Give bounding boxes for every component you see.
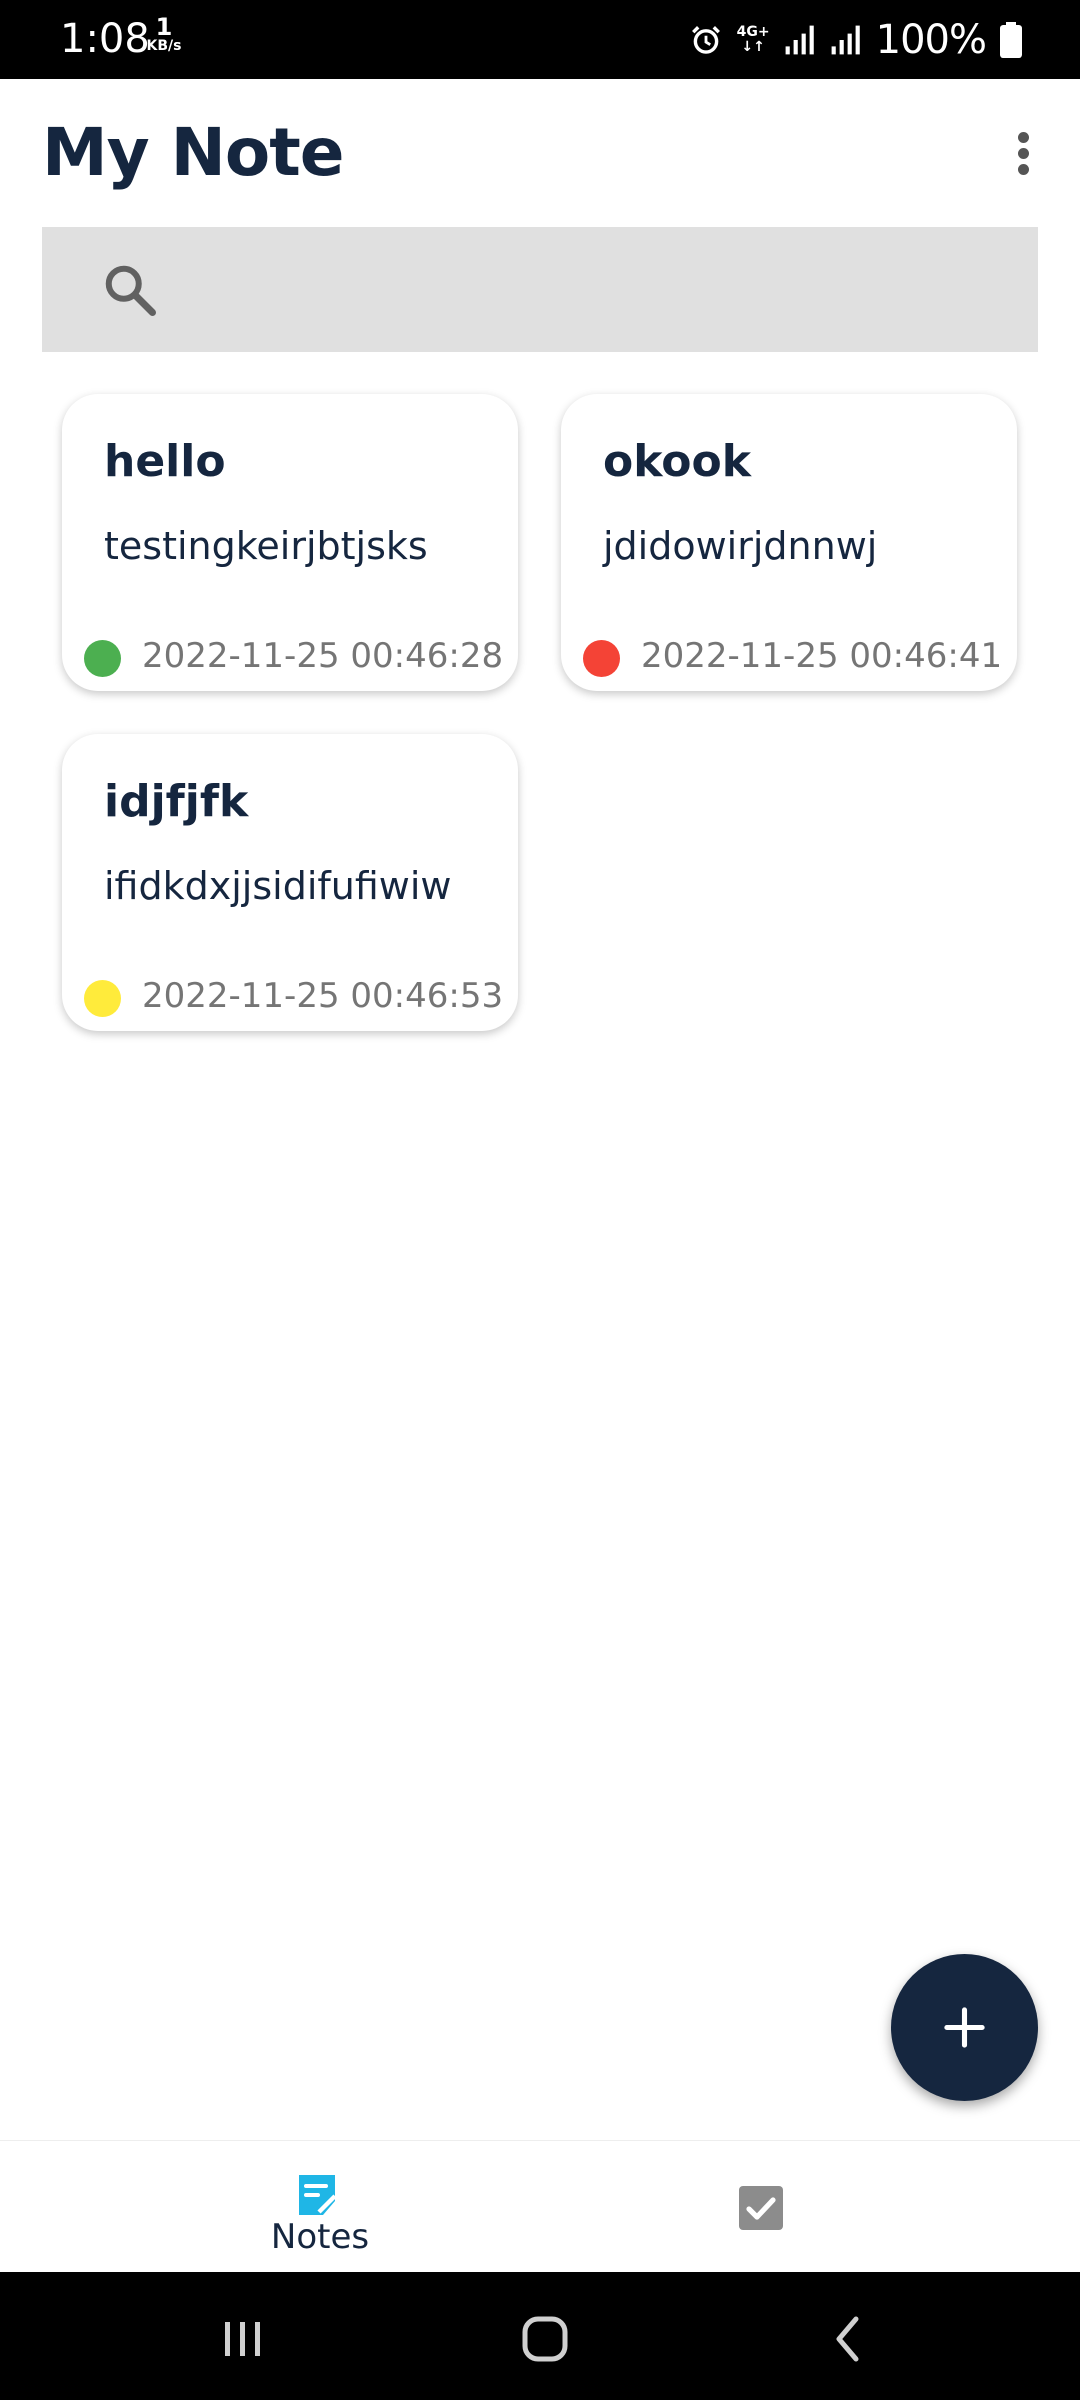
status-time: 1:08 [60,16,150,62]
network-4g-label: 4G+ [736,24,770,40]
home-button[interactable] [505,2302,585,2372]
note-body: jdidowirjdnnwj [603,524,878,568]
nav-item-notes[interactable]: Notes [230,2141,410,2273]
note-title: okook [603,436,752,487]
alarm-icon [691,26,720,54]
note-body: ifidkdxjjsidifufiwiw [104,864,452,908]
search-icon [105,265,156,316]
more-vert-icon [1018,164,1029,175]
note-color-dot [84,980,121,1017]
search-bar[interactable] [42,227,1038,354]
plus-icon [944,2007,985,2048]
note-color-dot [84,640,121,677]
status-bar: 1:08 1 KB/s 4G+ ↓↑ 100% [0,0,1080,79]
network-4g-icon: 4G+ ↓↑ [737,25,770,55]
data-arrows-icon: ↓↑ [741,39,765,55]
note-color-dot [583,640,620,677]
network-speed-unit: KB/s [146,38,182,54]
more-options-button[interactable] [1000,126,1048,182]
note-card[interactable]: okook jdidowirjdnnwj 2022-11-25 00:46:41 [561,394,1017,691]
back-button[interactable] [808,2302,888,2372]
bottom-navigation: Notes [0,2140,1080,2273]
back-icon [836,2316,859,2362]
note-icon [299,2175,337,2215]
recent-apps-icon [225,2322,260,2356]
more-vert-icon [1018,148,1029,159]
note-date: 2022-11-25 00:46:41 [641,636,1003,676]
nav-notes-label: Notes [270,2217,370,2257]
network-speed: 1 KB/s [144,13,184,54]
status-icons: 4G+ ↓↑ 100% [689,14,1022,66]
page-title: My Note [42,114,345,191]
note-title: idjfjfk [104,776,249,827]
network-speed-value: 1 [155,13,173,41]
note-card[interactable]: hello testingkeirjbtjsks 2022-11-25 00:4… [62,394,518,691]
battery-icon [1000,22,1022,58]
battery-percent: 100% [875,17,987,63]
signal-icon [785,25,814,55]
search-input[interactable] [182,227,1026,354]
more-vert-icon [1018,132,1029,143]
system-navigation-bar [0,2272,1080,2400]
note-title: hello [104,436,226,487]
home-icon [522,2316,568,2362]
note-card[interactable]: idjfjfk ifidkdxjjsidifufiwiw 2022-11-25 … [62,734,518,1031]
add-note-button[interactable] [891,1954,1038,2101]
note-date: 2022-11-25 00:46:53 [142,976,504,1016]
checkbox-icon [739,2186,783,2230]
recent-apps-button[interactable] [203,2302,283,2372]
note-body: testingkeirjbtjsks [104,524,428,568]
nav-item-tasks[interactable] [710,2141,810,2273]
note-date: 2022-11-25 00:46:28 [142,636,504,676]
signal-icon [831,25,860,55]
